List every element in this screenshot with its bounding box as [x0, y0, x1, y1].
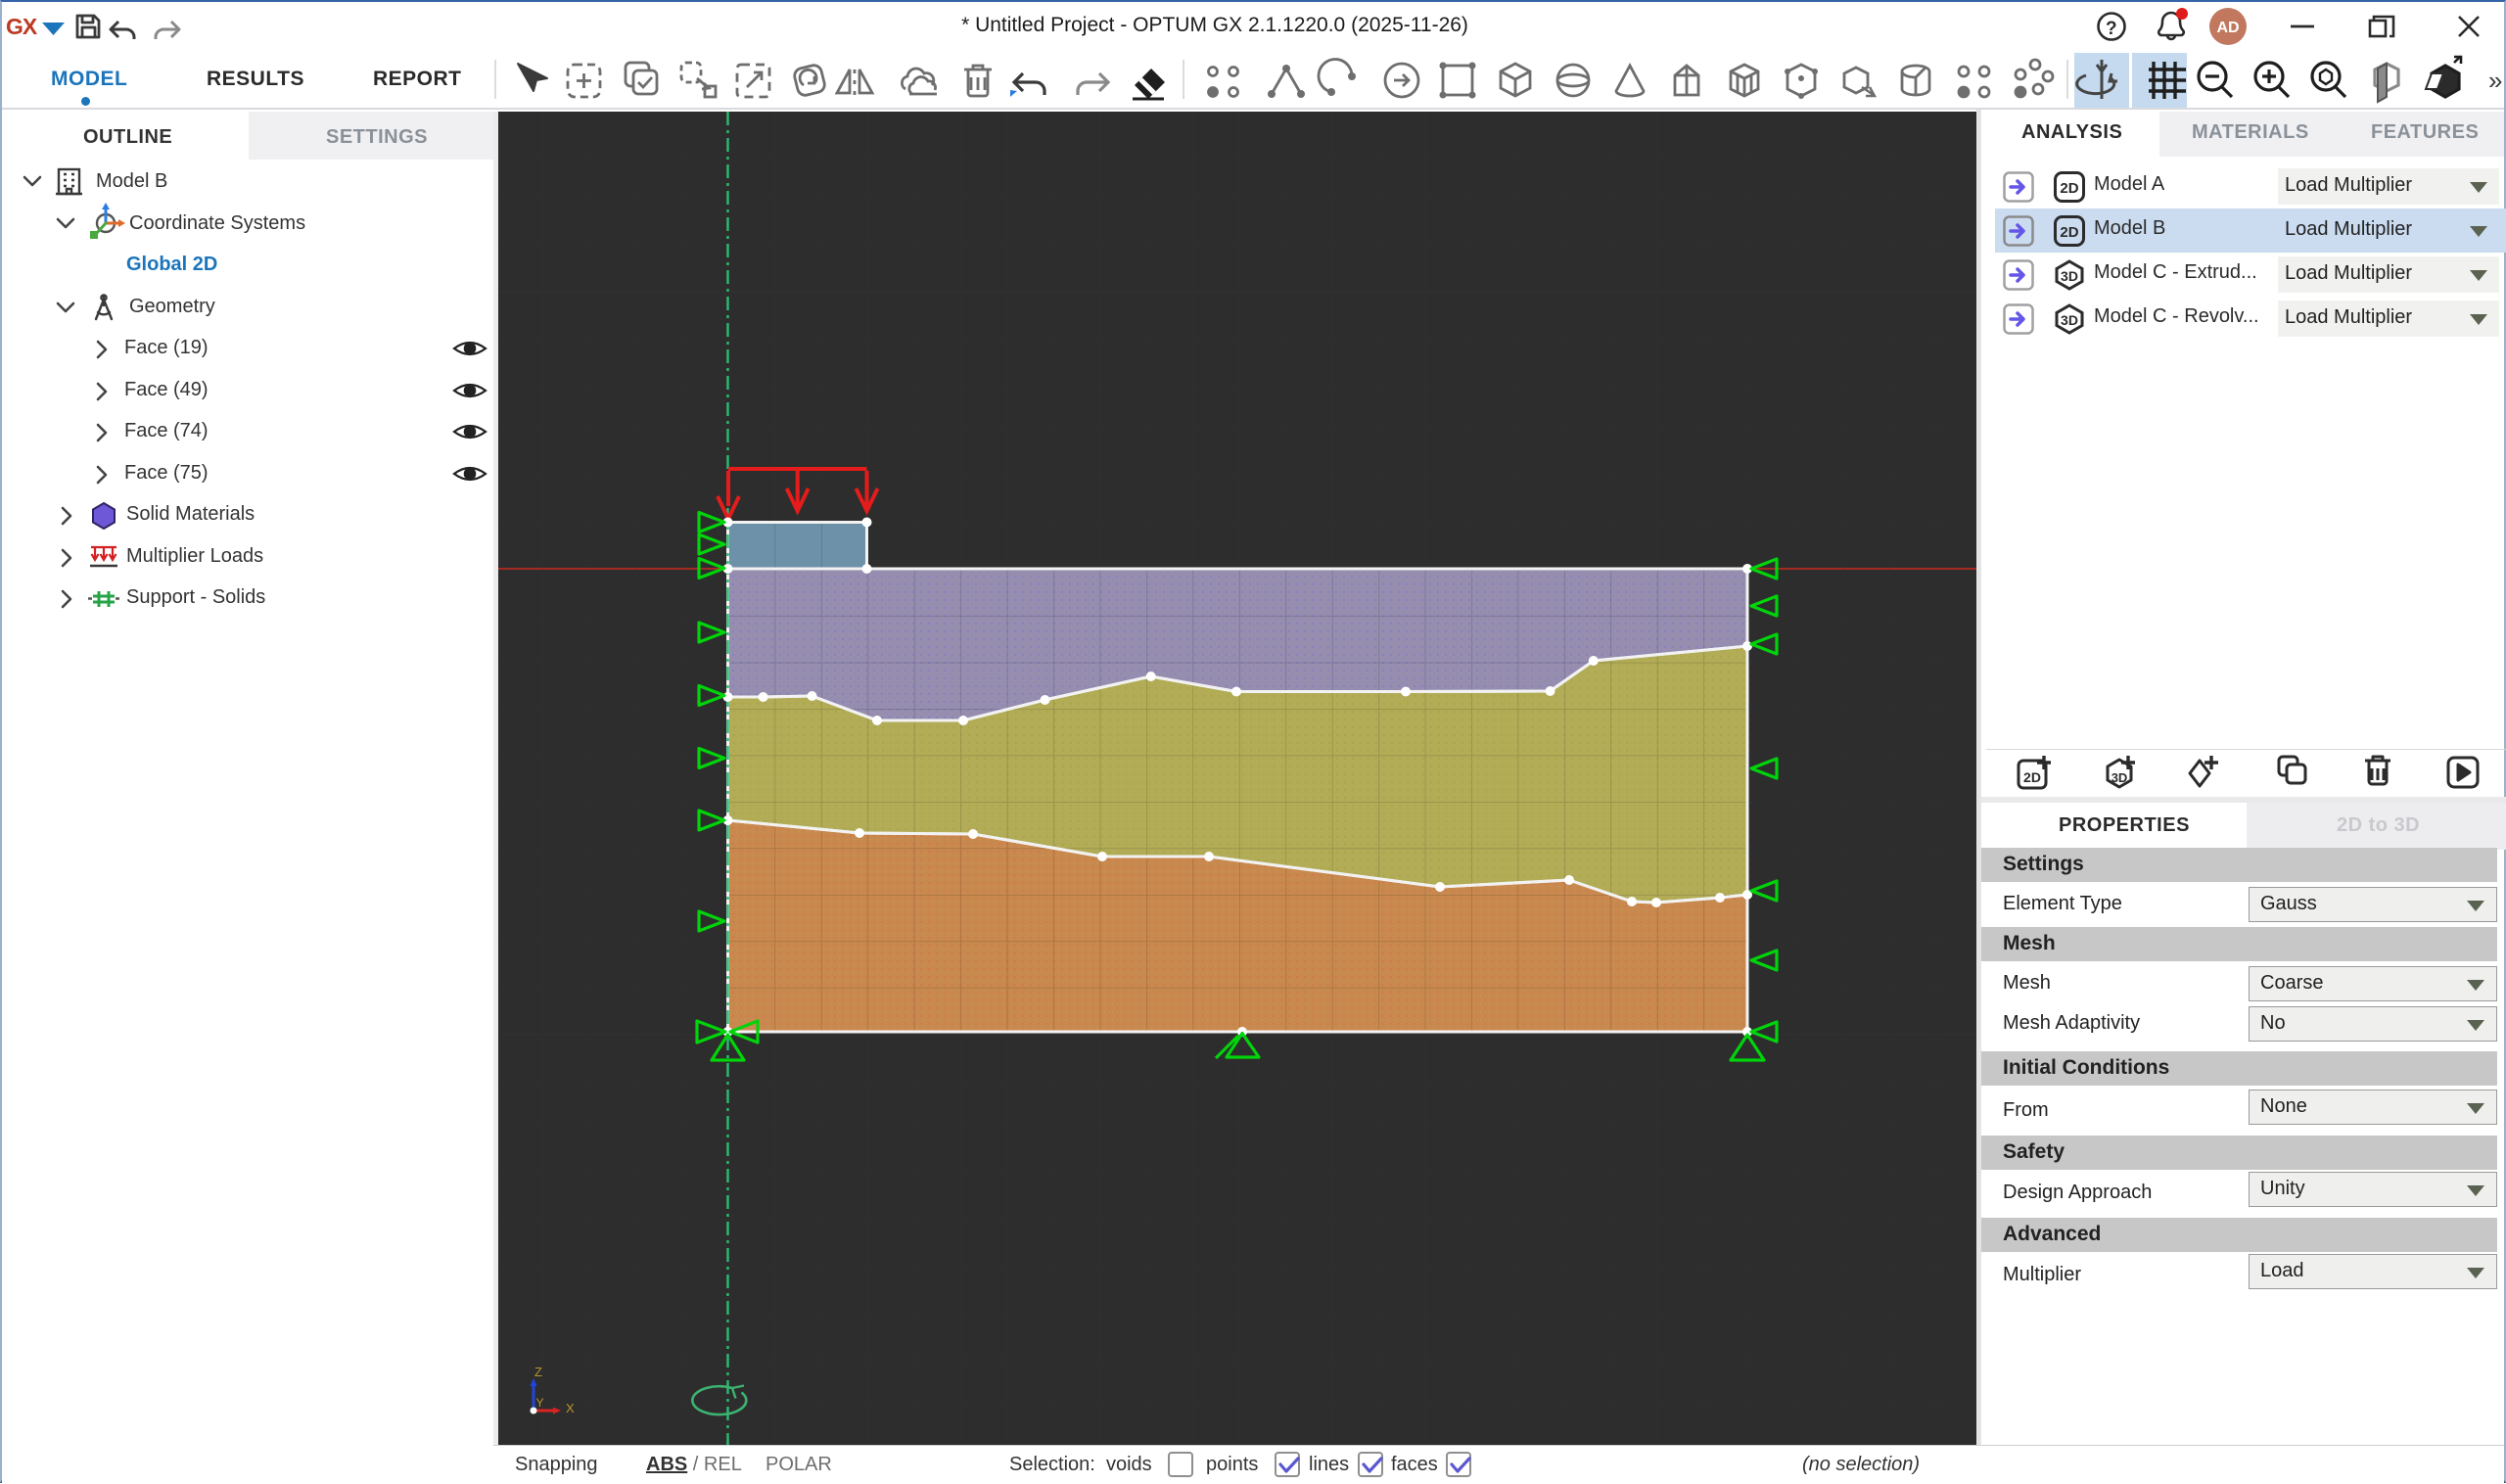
svg-text:GX: GX	[6, 14, 38, 39]
svg-text:»: »	[2488, 66, 2502, 95]
svg-text:Z: Z	[534, 1365, 542, 1379]
svg-text:X: X	[566, 1401, 575, 1415]
svg-text:3D: 3D	[2112, 770, 2128, 785]
svg-text:?: ?	[2106, 19, 2117, 39]
svg-text:3D: 3D	[2061, 312, 2078, 328]
svg-text:2D: 2D	[2023, 769, 2041, 785]
svg-text:2D: 2D	[2060, 180, 2078, 197]
svg-text:Y: Y	[536, 1396, 544, 1410]
svg-text:2D: 2D	[2060, 224, 2078, 241]
svg-text:AD: AD	[2216, 20, 2239, 36]
svg-text:3D: 3D	[2061, 268, 2078, 284]
